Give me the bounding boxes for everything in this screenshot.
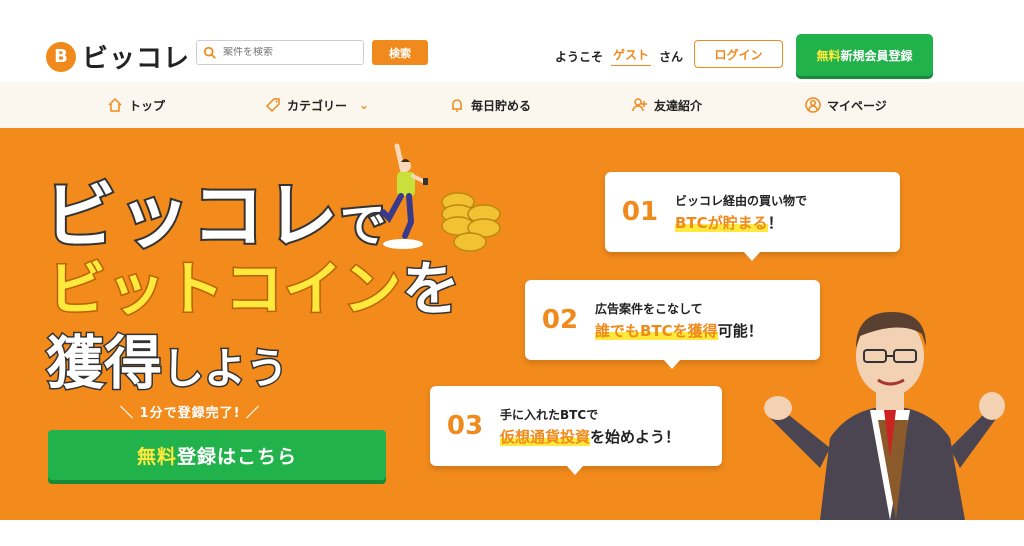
bubble-tail: [663, 359, 681, 369]
feature-number: 01: [621, 197, 659, 227]
headline-line-1: ビッコレで: [42, 174, 388, 265]
feature-bubble-3: 03 手に入れたBTCで 仮想通貨投資を始めよう！: [430, 386, 722, 475]
person-circle-icon: [805, 97, 821, 113]
site-header: B ビッコレ 検索 ようこそ ゲスト さん ログイン 無料新規会員登録: [0, 0, 1024, 82]
signup-note: ＼ 1分で登録完了! ／: [120, 406, 261, 421]
bubble-tail: [743, 251, 761, 261]
logo-text: ビッコレ: [82, 44, 191, 74]
headline-3-main: 獲得: [44, 328, 163, 399]
headline-2-main: ビットコイン: [46, 254, 403, 325]
feature-text: ビッコレ経由の買い物で BTCが貯まる！: [675, 190, 807, 234]
feature-bubble-1: 01 ビッコレ経由の買い物で BTCが貯まる！: [605, 172, 900, 261]
feature-accent: 仮想通貨投資: [500, 428, 591, 446]
nav-label: マイページ: [827, 98, 887, 113]
free-signup-button[interactable]: 無料 登録はこちら: [48, 430, 386, 480]
feature-end: ！: [767, 214, 783, 232]
feature-text: 手に入れたBTCで 仮想通貨投資を始めよう！: [500, 404, 680, 448]
page-bottom: [0, 520, 1024, 546]
main-nav: トップ カテゴリー ⌄ 毎日貯める 友達紹介 マイページ: [0, 82, 1024, 128]
feature-line-1: 手に入れたBTCで: [500, 408, 599, 422]
feature-number: 03: [446, 411, 484, 441]
nav-item-top[interactable]: トップ: [107, 82, 165, 128]
cta-free-label: 無料: [136, 445, 177, 468]
feature-accent: BTCが貯まる: [675, 214, 768, 232]
site-logo[interactable]: B ビッコレ: [46, 38, 190, 75]
chevron-down-icon: ⌄: [359, 98, 370, 112]
feature-line-2: 誰でもBTCを獲得可能！: [595, 320, 763, 342]
tag-icon: [265, 98, 280, 113]
welcome-suffix: さん: [659, 49, 684, 64]
nav-label: カテゴリー: [287, 98, 348, 113]
login-button[interactable]: ログイン: [694, 40, 783, 68]
feature-line-1: ビッコレ経由の買い物で: [675, 194, 808, 208]
feature-text: 広告案件をこなして 誰でもBTCを獲得可能！: [595, 298, 763, 342]
headline-2-end: を: [401, 254, 462, 325]
nav-label: トップ: [129, 98, 166, 113]
pointing-man-illustration: [764, 312, 1005, 520]
feature-line-1: 広告案件をこなして: [595, 302, 703, 316]
nav-label: 友達紹介: [654, 98, 703, 113]
signup-label: 新規会員登録: [840, 48, 913, 63]
search-button[interactable]: 検索: [372, 40, 428, 65]
welcome-text: ようこそ ゲスト さん: [555, 46, 683, 66]
feature-end: 可能！: [717, 322, 763, 340]
search-icon: [203, 46, 216, 59]
cta-label: 登録はこちら: [177, 445, 298, 468]
nav-item-referral[interactable]: 友達紹介: [632, 82, 702, 128]
guest-link[interactable]: ゲスト: [611, 46, 652, 66]
signup-button[interactable]: 無料 新規会員登録: [796, 34, 933, 76]
page: B ビッコレ 検索 ようこそ ゲスト さん ログイン 無料新規会員登録 トップ …: [0, 0, 1024, 546]
headline-line-3: 獲得しよう: [44, 328, 290, 404]
search-box[interactable]: [196, 40, 364, 65]
feature-end: を始めよう！: [590, 428, 681, 446]
feature-line-2: 仮想通貨投資を始めよう！: [500, 426, 680, 448]
bitcoin-coin-icon: B: [46, 41, 76, 72]
nav-item-category[interactable]: カテゴリー ⌄: [265, 82, 369, 128]
feature-number: 02: [541, 305, 579, 335]
add-user-icon: [632, 98, 647, 112]
nav-item-daily[interactable]: 毎日貯める: [449, 82, 531, 128]
nav-label: 毎日貯める: [471, 98, 532, 113]
headline-3-small: しよう: [161, 343, 290, 395]
bubble-tail: [566, 465, 584, 475]
headline-line-2: ビットコインを: [46, 254, 462, 325]
feature-accent: 誰でもBTCを獲得: [595, 322, 718, 340]
nav-item-mypage[interactable]: マイページ: [805, 82, 887, 128]
hero-banner: ビッコレで ビットコインを 獲得しよう ＼ 1分で登録完了! ／ 無料 登録はこち…: [0, 128, 1024, 520]
headline-1-main: ビッコレ: [42, 174, 341, 258]
home-icon: [108, 97, 122, 112]
gold-coins-illustration: [441, 192, 501, 252]
feature-line-2: BTCが貯まる！: [675, 212, 807, 234]
dancing-person-illustration: [380, 143, 428, 249]
bell-icon: [452, 99, 462, 112]
search-input[interactable]: [223, 47, 353, 58]
welcome-prefix: ようこそ: [555, 49, 604, 64]
signup-free-label: 無料: [816, 48, 841, 63]
